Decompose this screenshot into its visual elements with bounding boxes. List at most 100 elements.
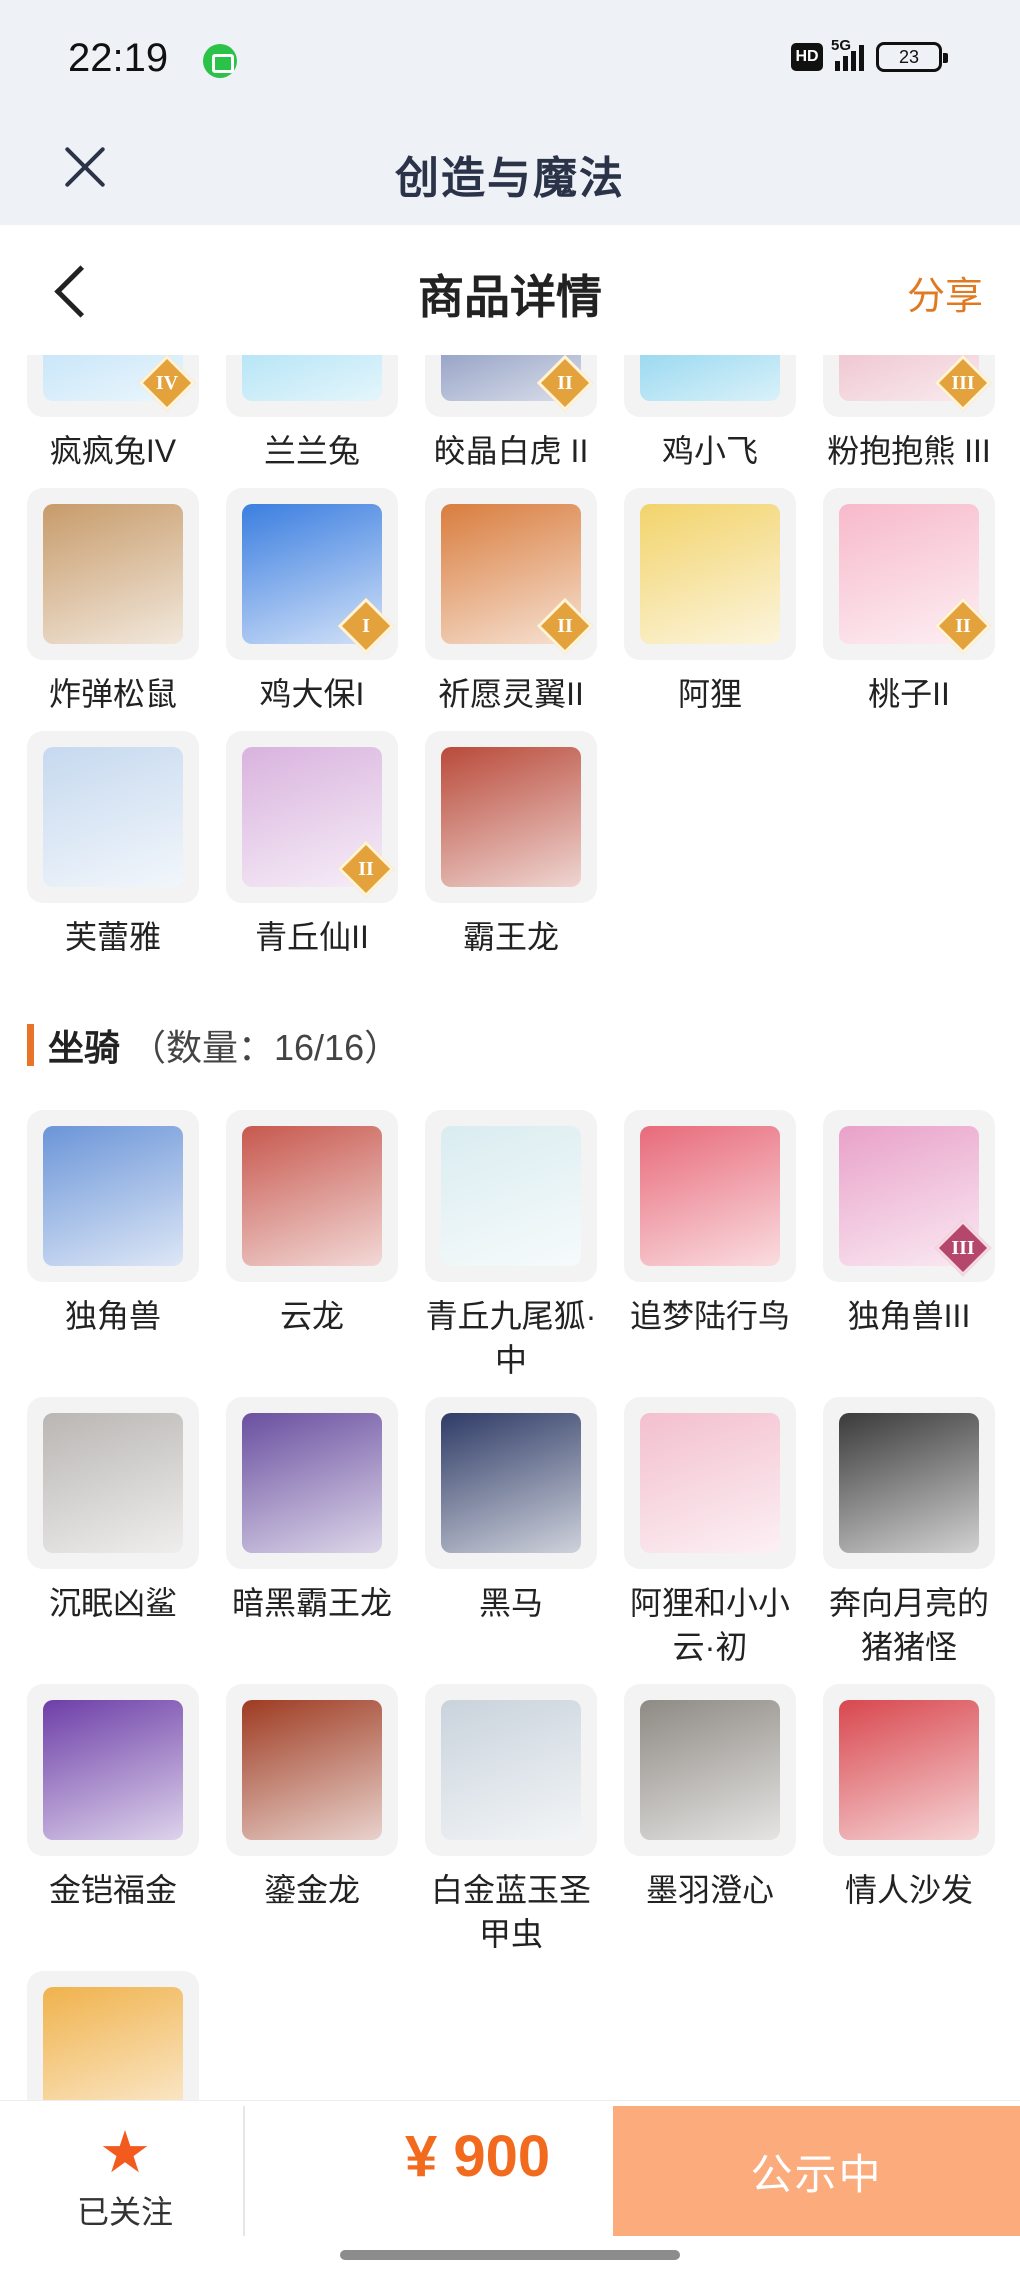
pet-item[interactable]: 芙蕾雅 — [27, 731, 199, 959]
mount-item[interactable]: III 独角兽III — [823, 1110, 995, 1338]
item-image — [640, 504, 780, 644]
item-thumbnail: I — [226, 488, 398, 660]
mount-item[interactable]: 云龙 — [226, 1110, 398, 1338]
item-thumbnail — [823, 1397, 995, 1569]
item-image — [43, 1413, 183, 1553]
mount-item[interactable]: 暗黑霸王龙 — [226, 1397, 398, 1625]
item-thumbnail — [425, 1684, 597, 1856]
app-title: 创造与魔法 — [395, 154, 625, 203]
item-image — [43, 1987, 183, 2100]
item-image — [441, 1700, 581, 1840]
mount-item[interactable]: 青丘九尾狐·中 — [425, 1110, 597, 1382]
mount-item[interactable]: 金铠福金 — [27, 1684, 199, 1912]
pet-item[interactable]: 炸弹松鼠 — [27, 488, 199, 716]
item-image — [441, 1126, 581, 1266]
item-label: 青丘九尾狐·中 — [425, 1298, 597, 1378]
item-label: 黑马 — [478, 1585, 543, 1621]
network-type: 5G — [831, 37, 852, 54]
battery-icon: 23 — [876, 42, 948, 72]
mount-item[interactable]: 黑马 — [425, 1397, 597, 1625]
item-image — [43, 747, 183, 887]
item-label: 暗黑霸王龙 — [231, 1585, 392, 1621]
pet-item[interactable]: 阿狸 — [624, 488, 796, 716]
item-label: 独角兽 — [64, 1298, 161, 1334]
item-label: 鎏金龙 — [263, 1872, 360, 1908]
status-button[interactable]: 公示中 — [613, 2106, 1020, 2236]
item-thumbnail: II — [226, 731, 398, 903]
item-thumbnail: III — [823, 355, 995, 417]
battery-level: 23 — [898, 46, 920, 67]
item-image — [640, 355, 780, 401]
item-thumbnail — [27, 1971, 199, 2100]
item-label: 霸王龙 — [462, 919, 559, 955]
item-image — [242, 355, 382, 401]
app-header: 创造与魔法 — [0, 120, 1020, 225]
item-thumbnail — [624, 488, 796, 660]
follow-label: 已关注 — [76, 2194, 173, 2230]
tier-badge-label: IV — [155, 372, 179, 394]
item-thumbnail — [425, 731, 597, 903]
home-indicator — [340, 2250, 680, 2260]
item-image — [441, 1413, 581, 1553]
item-label: 兰兰兔 — [263, 433, 360, 469]
pet-item[interactable]: IV 疯疯兔IV — [27, 355, 199, 473]
pet-item[interactable]: 鸡小飞 — [624, 355, 796, 473]
item-thumbnail — [624, 1110, 796, 1282]
item-label: 皎晶白虎 II — [433, 433, 589, 469]
mount-item[interactable] — [27, 1971, 199, 2100]
item-list[interactable]: IV 疯疯兔IV 兰兰兔 II 皎晶白虎 II 鸡小飞 III 粉抱抱熊 III 炸弹松鼠 I 鸡大… — [0, 355, 1020, 2100]
mount-item[interactable]: 追梦陆行鸟 — [624, 1110, 796, 1338]
item-label: 情人沙发 — [844, 1872, 973, 1908]
item-label: 粉抱抱熊 III — [827, 433, 991, 469]
mount-item[interactable]: 奔向月亮的猪猪怪 — [823, 1397, 995, 1669]
item-label: 青丘仙II — [255, 919, 369, 955]
item-label: 鸡大保I — [259, 676, 365, 712]
mount-item[interactable]: 白金蓝玉圣甲虫 — [425, 1684, 597, 1956]
pet-item[interactable]: 霸王龙 — [425, 731, 597, 959]
mount-item[interactable]: 情人沙发 — [823, 1684, 995, 1912]
clock: 22:19 — [68, 36, 169, 80]
tier-badge-label: II — [358, 858, 374, 880]
pet-item[interactable]: II 桃子II — [823, 488, 995, 716]
mount-item[interactable]: 阿狸和小小云·初 — [624, 1397, 796, 1669]
mount-item[interactable]: 鎏金龙 — [226, 1684, 398, 1912]
pet-item[interactable]: I 鸡大保I — [226, 488, 398, 716]
mount-item[interactable]: 墨羽澄心 — [624, 1684, 796, 1912]
item-label: 祈愿灵翼II — [438, 676, 584, 712]
pet-item[interactable]: II 祈愿灵翼II — [425, 488, 597, 716]
section-accent-bar — [27, 1024, 34, 1066]
section-count: （数量：16/16） — [130, 1027, 401, 1068]
item-thumbnail: IV — [27, 355, 199, 417]
item-image — [640, 1700, 780, 1840]
item-label: 桃子II — [868, 676, 950, 712]
pet-item[interactable]: III 粉抱抱熊 III — [823, 355, 995, 473]
item-label: 疯疯兔IV — [49, 433, 177, 469]
divider — [243, 2106, 245, 2236]
mount-item[interactable]: 独角兽 — [27, 1110, 199, 1338]
pet-item[interactable]: II 皎晶白虎 II — [425, 355, 597, 473]
pet-item[interactable]: 兰兰兔 — [226, 355, 398, 473]
item-label: 金铠福金 — [48, 1872, 177, 1908]
item-label: 阿狸 — [677, 676, 742, 712]
item-thumbnail: II — [425, 488, 597, 660]
item-image — [43, 1700, 183, 1840]
pet-item[interactable]: II 青丘仙II — [226, 731, 398, 959]
mount-item[interactable]: 沉眠凶鲨 — [27, 1397, 199, 1625]
tier-badge-label: III — [951, 1237, 975, 1259]
bottom-bar: ★ 已关注 ¥ 900 公示中 — [0, 2100, 1020, 2280]
item-thumbnail — [425, 1397, 597, 1569]
item-thumbnail — [27, 1684, 199, 1856]
item-label: 奔向月亮的猪猪怪 — [828, 1585, 989, 1665]
item-image — [839, 1700, 979, 1840]
tier-badge-label: I — [362, 615, 370, 637]
item-thumbnail — [226, 355, 398, 417]
top-area: 22:19 HD 5G 23 创造与魔法 — [0, 0, 1020, 225]
item-thumbnail — [624, 1684, 796, 1856]
follow-button[interactable]: ★ 已关注 — [50, 2121, 200, 2261]
share-button[interactable]: 分享 — [907, 265, 983, 320]
item-label: 白金蓝玉圣甲虫 — [430, 1872, 591, 1952]
item-label: 墨羽澄心 — [645, 1872, 774, 1908]
item-image — [43, 504, 183, 644]
item-thumbnail — [226, 1397, 398, 1569]
item-image — [441, 747, 581, 887]
